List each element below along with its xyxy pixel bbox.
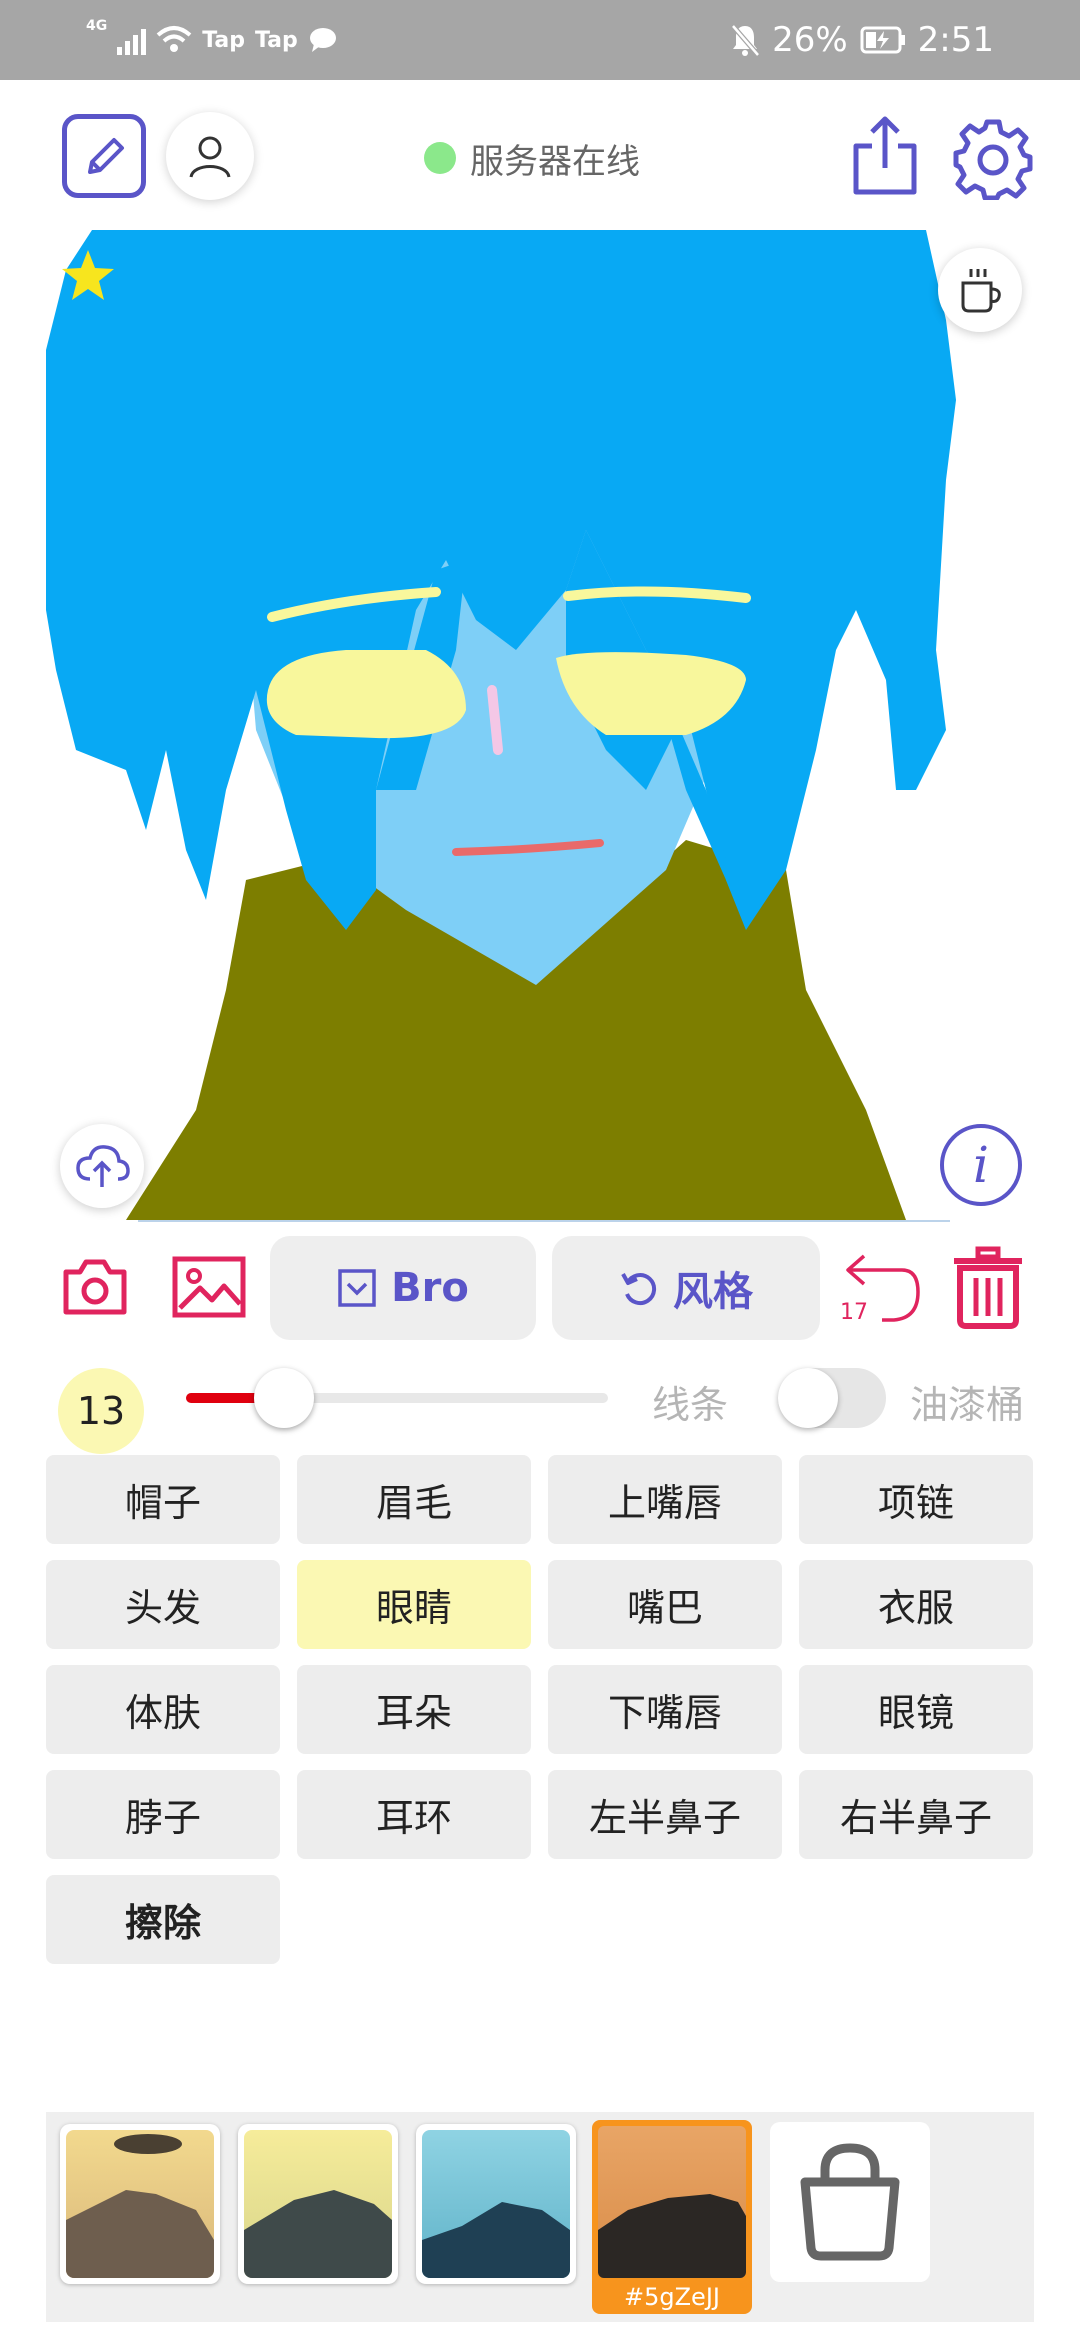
thumbnail-image <box>66 2130 214 2278</box>
server-status: 服务器在线 <box>424 135 640 182</box>
thumbnail-image <box>422 2130 570 2278</box>
paint-bucket-toggle[interactable] <box>778 1368 886 1428</box>
coffee-cup-icon <box>961 269 1001 313</box>
message-icon <box>309 28 336 52</box>
trash-icon <box>954 1246 1022 1329</box>
battery-charging-icon <box>860 26 905 54</box>
user-icon <box>189 136 231 178</box>
favorite-star-icon[interactable] <box>60 248 116 304</box>
part-hair[interactable]: 头发 <box>46 1560 280 1649</box>
camera-icon <box>63 1259 127 1315</box>
app-notification-tap-2: Tap <box>255 27 298 53</box>
shopping-bag-icon <box>800 2143 900 2261</box>
battery-percent: 26% <box>772 20 848 60</box>
part-earrings[interactable]: 耳环 <box>297 1770 531 1859</box>
style-button[interactable]: 风格 <box>552 1236 820 1340</box>
bell-muted-icon <box>731 24 760 57</box>
brush-size-badge: 13 <box>58 1368 144 1454</box>
info-icon: i <box>973 1136 989 1194</box>
image-picker-button[interactable] <box>172 1256 246 1318</box>
avatar-drawing <box>46 230 956 1220</box>
part-eyebrows[interactable]: 眉毛 <box>297 1455 531 1544</box>
server-status-dot <box>424 142 456 174</box>
status-bar: 4G Tap Tap 26% 2:51 <box>0 0 1080 80</box>
rotate-ccw-icon <box>621 1273 657 1305</box>
gallery-thumbnail[interactable] <box>60 2124 220 2284</box>
edit-button[interactable] <box>62 114 146 198</box>
shop-bag-button[interactable] <box>770 2122 930 2282</box>
thumbnail-image <box>598 2126 746 2278</box>
gallery-thumbnail[interactable] <box>416 2124 576 2284</box>
signal-icon <box>117 25 147 55</box>
style-label: 风格 <box>673 1269 753 1315</box>
part-ears[interactable]: 耳朵 <box>297 1665 531 1754</box>
part-necklace[interactable]: 项链 <box>799 1455 1033 1544</box>
camera-button[interactable] <box>62 1258 128 1316</box>
part-mouth[interactable]: 嘴巴 <box>548 1560 782 1649</box>
gallery-thumbnail-selected[interactable]: #5gZeJJ <box>592 2120 752 2314</box>
clock: 2:51 <box>917 20 994 60</box>
brush-size-slider-thumb[interactable] <box>254 1368 314 1428</box>
image-icon <box>172 1256 246 1318</box>
drawing-canvas[interactable] <box>46 230 990 1220</box>
cloud-upload-icon <box>76 1145 130 1187</box>
part-skin[interactable]: 体肤 <box>46 1665 280 1754</box>
pencil-edit-icon <box>88 138 124 174</box>
cloud-upload-button[interactable] <box>60 1124 144 1208</box>
part-glasses[interactable]: 眼镜 <box>799 1665 1033 1754</box>
undo-count: 17 <box>840 1300 868 1325</box>
bro-label: Bro <box>391 1265 469 1311</box>
settings-button[interactable] <box>950 116 1036 202</box>
part-upper-lip[interactable]: 上嘴唇 <box>548 1455 782 1544</box>
line-mode-label: 线条 <box>652 1383 729 1427</box>
bro-model-button[interactable]: Bro <box>270 1236 536 1340</box>
gear-icon <box>953 119 1033 200</box>
dropdown-box-icon <box>338 1269 376 1307</box>
part-eyes[interactable]: 眼睛 <box>297 1560 531 1649</box>
user-profile-button[interactable] <box>166 112 254 200</box>
app-notification-tap: Tap <box>202 27 245 53</box>
thumbnail-image <box>244 2130 392 2278</box>
info-button[interactable]: i <box>940 1124 1022 1206</box>
part-left-nose[interactable]: 左半鼻子 <box>548 1770 782 1859</box>
part-lower-lip[interactable]: 下嘴唇 <box>548 1665 782 1754</box>
status-right: 26% 2:51 <box>730 18 994 62</box>
gallery-thumbnail[interactable] <box>238 2124 398 2284</box>
part-neck[interactable]: 脖子 <box>46 1770 280 1859</box>
paint-bucket-label: 油漆桶 <box>910 1383 1025 1427</box>
part-selector-grid: 帽子 眉毛 上嘴唇 项链 头发 眼睛 嘴巴 衣服 体肤 耳朵 下嘴唇 眼镜 脖子… <box>46 1455 1034 1964</box>
toggle-knob <box>778 1368 838 1428</box>
canvas-divider <box>138 1220 950 1222</box>
share-button[interactable] <box>846 112 924 200</box>
part-clothes[interactable]: 衣服 <box>799 1560 1033 1649</box>
share-upload-icon <box>853 116 917 195</box>
coffee-donate-button[interactable] <box>938 248 1022 332</box>
delete-button[interactable] <box>952 1246 1024 1330</box>
status-left: 4G Tap Tap <box>86 18 338 62</box>
part-right-nose[interactable]: 右半鼻子 <box>799 1770 1033 1859</box>
server-status-label: 服务器在线 <box>470 141 640 182</box>
part-hat[interactable]: 帽子 <box>46 1455 280 1544</box>
thumbnail-code: #5gZeJJ <box>624 2283 720 2311</box>
wifi-icon <box>156 26 192 52</box>
part-erase[interactable]: 擦除 <box>46 1875 280 1964</box>
network-type: 4G <box>86 18 108 34</box>
